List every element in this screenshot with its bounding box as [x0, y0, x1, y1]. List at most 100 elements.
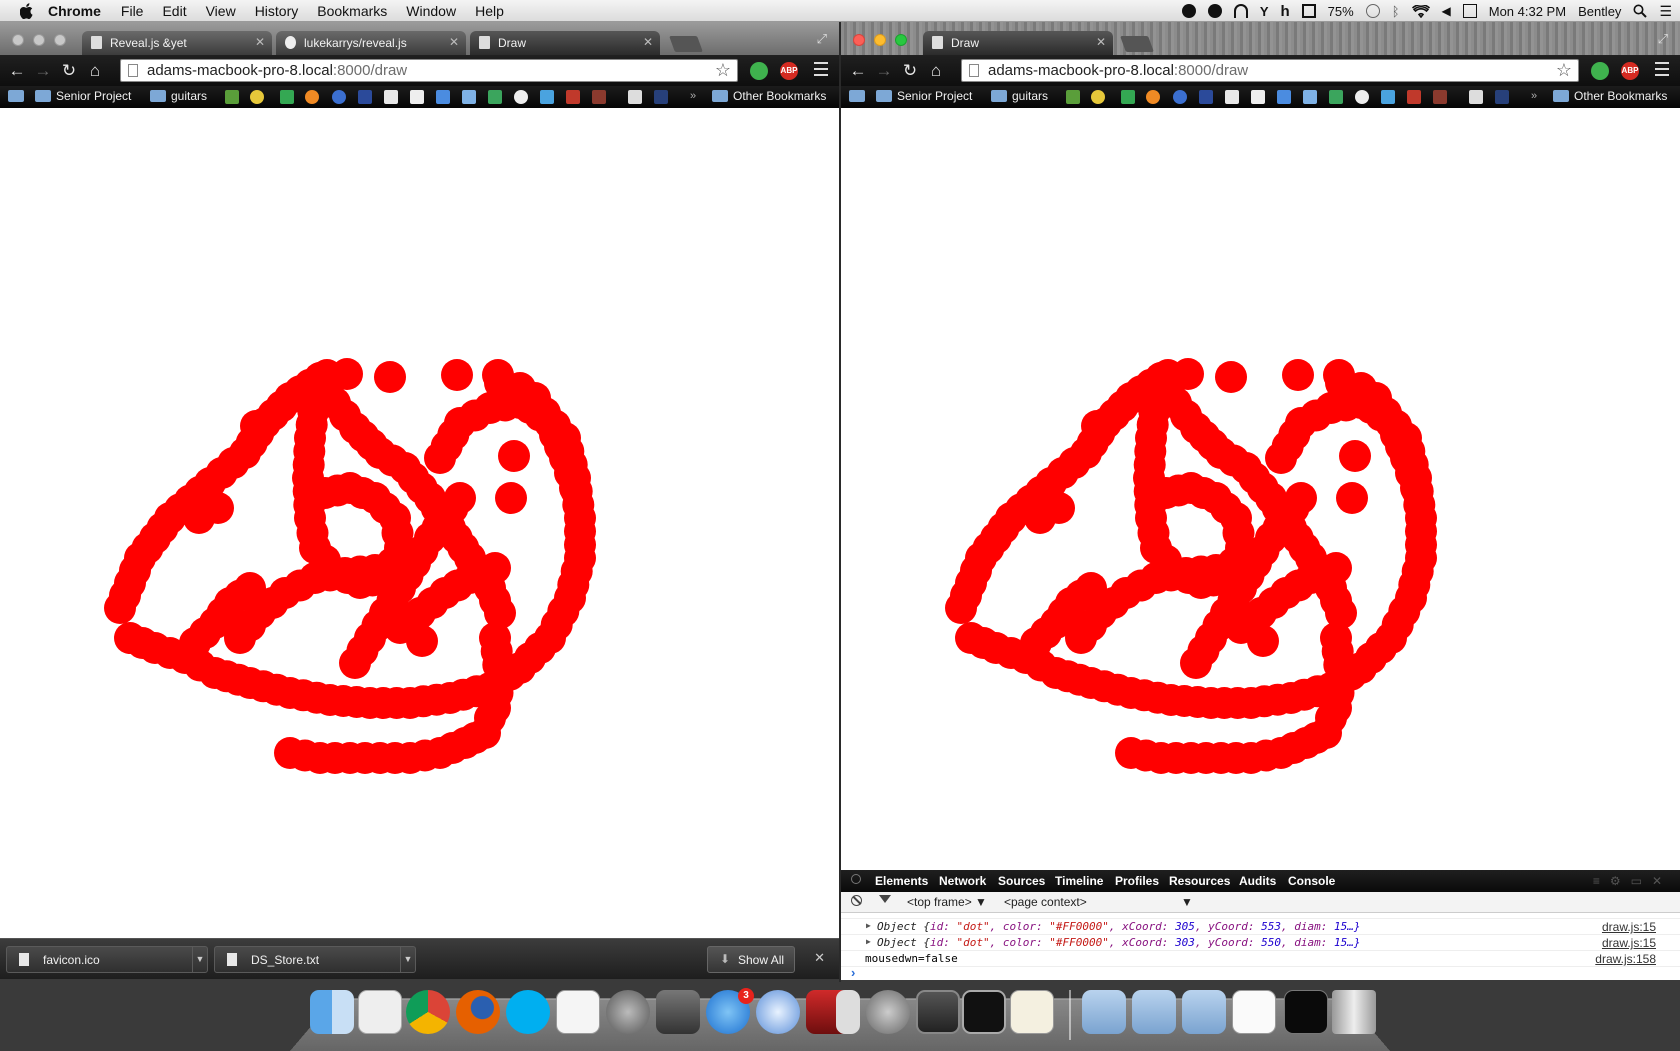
documents-folder-icon[interactable] [1132, 990, 1176, 1034]
bookmark-favicon[interactable] [592, 90, 606, 104]
bookmark-favicon[interactable] [1066, 90, 1080, 104]
evernote-extension-icon[interactable] [750, 62, 768, 80]
downloads-folder-icon[interactable] [1182, 990, 1226, 1034]
battery-percentage[interactable]: 75% [1328, 4, 1354, 19]
download-item-ds-store[interactable]: DS_Store.txt ▼ [214, 946, 416, 973]
settings-gear-icon[interactable]: ⚙ [1610, 874, 1631, 888]
reload-icon[interactable]: ↻ [897, 61, 923, 81]
bookmark-folder-guitars[interactable]: guitars [991, 89, 1048, 103]
sf-icon[interactable] [654, 90, 668, 104]
headphones-icon[interactable] [1233, 4, 1248, 18]
close-tab-icon[interactable]: ✕ [255, 35, 265, 49]
bookmark-favicon[interactable] [1433, 90, 1447, 104]
clock[interactable]: Mon 4:32 PM [1489, 4, 1566, 19]
menu-bookmarks[interactable]: Bookmarks [317, 3, 387, 19]
skype-icon[interactable] [506, 990, 550, 1034]
bookmark-favicon[interactable] [1173, 90, 1187, 104]
bookmark-favicon[interactable] [1146, 90, 1160, 104]
address-bar[interactable]: adams-macbook-pro-8.local:8000/draw ☆ [120, 59, 738, 82]
address-bar[interactable]: adams-macbook-pro-8.local:8000/draw ☆ [961, 59, 1579, 82]
photo-browser-icon[interactable] [656, 990, 700, 1034]
bookmark-favicon[interactable] [250, 90, 264, 104]
bluetooth-icon[interactable]: ᛒ [1392, 4, 1400, 19]
bookmark-favicon[interactable] [1469, 90, 1483, 104]
devtools-tab-sources[interactable]: Sources [998, 874, 1045, 888]
paypal-icon[interactable] [358, 90, 372, 104]
time-machine-icon[interactable] [1365, 4, 1380, 18]
expand-triangle-icon[interactable]: ▶ [866, 921, 871, 930]
chat-icon[interactable] [1355, 90, 1369, 104]
bookmark-favicon[interactable] [436, 90, 450, 104]
menu-view[interactable]: View [206, 3, 236, 19]
fullscreen-icon[interactable]: ⤢ [1658, 31, 1668, 47]
zoom-window-button[interactable] [54, 34, 66, 46]
bookmark-favicon[interactable] [566, 90, 580, 104]
notification-center-icon[interactable]: ☰ [1659, 3, 1672, 20]
context-select-caret[interactable]: ▼ [1181, 895, 1193, 909]
paypal-icon[interactable] [1225, 90, 1239, 104]
close-shelf-icon[interactable]: ✕ [814, 950, 825, 966]
paypal-icon[interactable] [1199, 90, 1213, 104]
drive-icon[interactable] [1121, 90, 1135, 104]
console-prompt[interactable]: › [851, 965, 855, 980]
bookmark-folder-other[interactable]: Other Bookmarks [712, 89, 826, 103]
terminal-icon[interactable] [962, 990, 1006, 1034]
bookmarks-chevron[interactable]: » [1531, 90, 1537, 102]
menu-history[interactable]: History [255, 3, 299, 19]
close-tab-icon[interactable]: ✕ [449, 35, 459, 49]
bookmark-star-icon[interactable]: ☆ [1556, 60, 1572, 81]
console-log-entry[interactable]: ▶ Object {id: "dot", color: "#FF0000", x… [841, 935, 1680, 951]
devtools-tab-timeline[interactable]: Timeline [1055, 874, 1103, 888]
menu-edit[interactable]: Edit [162, 3, 186, 19]
volume-icon[interactable]: ◀ [1442, 4, 1451, 18]
play-store-icon[interactable] [1329, 90, 1343, 104]
new-tab-button[interactable] [669, 36, 703, 52]
home-icon[interactable]: ⌂ [82, 61, 108, 81]
forward-icon[interactable]: → [871, 61, 897, 81]
log-source-link[interactable]: draw.js:15 [1602, 936, 1656, 950]
bookmarks-chevron[interactable]: » [690, 90, 696, 102]
menu-file[interactable]: File [121, 3, 144, 19]
system-preferences-icon[interactable] [866, 990, 910, 1034]
devtools-tab-elements[interactable]: Elements [875, 874, 928, 888]
close-tab-icon[interactable]: ✕ [1096, 35, 1106, 49]
log-source-link[interactable]: draw.js:158 [1595, 952, 1656, 966]
drive-icon[interactable] [280, 90, 294, 104]
chrome-menu-icon[interactable] [814, 62, 828, 76]
download-menu-caret[interactable]: ▼ [192, 947, 207, 972]
bookmark-favicon[interactable] [628, 90, 642, 104]
chrome-menu-icon[interactable] [1655, 62, 1669, 76]
launchpad-icon[interactable] [606, 990, 650, 1034]
download-item-favicon[interactable]: favicon.ico ▼ [6, 946, 208, 973]
apple-menu-icon[interactable] [16, 0, 38, 22]
trash-icon[interactable] [1332, 990, 1376, 1034]
drawer-icon[interactable]: ≡ [1593, 874, 1610, 888]
bookmark-favicon[interactable] [540, 90, 554, 104]
finder-icon[interactable] [310, 990, 354, 1034]
reload-icon[interactable]: ↻ [56, 61, 82, 81]
dock-icon[interactable]: ▭ [1631, 874, 1652, 888]
sublime-text-icon[interactable] [916, 990, 960, 1034]
user-name[interactable]: Bentley [1578, 4, 1621, 19]
tab-draw[interactable]: Draw ✕ [923, 31, 1113, 55]
sf-icon[interactable] [1495, 90, 1509, 104]
firefox-icon[interactable] [456, 990, 500, 1034]
tab-draw[interactable]: Draw ✕ [470, 31, 660, 55]
drawing-canvas[interactable] [0, 108, 839, 960]
console-log-entry[interactable]: mousedwn=false draw.js:158 [841, 951, 1680, 967]
paypal-icon[interactable] [384, 90, 398, 104]
photo-strip-icon[interactable] [836, 990, 860, 1034]
bookmark-star-icon[interactable]: ☆ [715, 60, 731, 81]
play-store-icon[interactable] [488, 90, 502, 104]
forward-icon[interactable]: → [30, 61, 56, 81]
adblock-plus-icon[interactable]: ABP [780, 62, 798, 80]
wifi-icon[interactable] [1411, 4, 1430, 18]
p-favicon[interactable] [1251, 90, 1265, 104]
drawing-canvas[interactable] [841, 108, 1680, 870]
bookmark-favicon[interactable] [332, 90, 346, 104]
frame-select[interactable]: <top frame> ▼ [907, 895, 987, 909]
devtools-tab-resources[interactable]: Resources [1169, 874, 1230, 888]
spotlight-icon[interactable] [1633, 4, 1648, 18]
home-icon[interactable]: ⌂ [923, 61, 949, 81]
bookmark-favicon[interactable] [225, 90, 239, 104]
